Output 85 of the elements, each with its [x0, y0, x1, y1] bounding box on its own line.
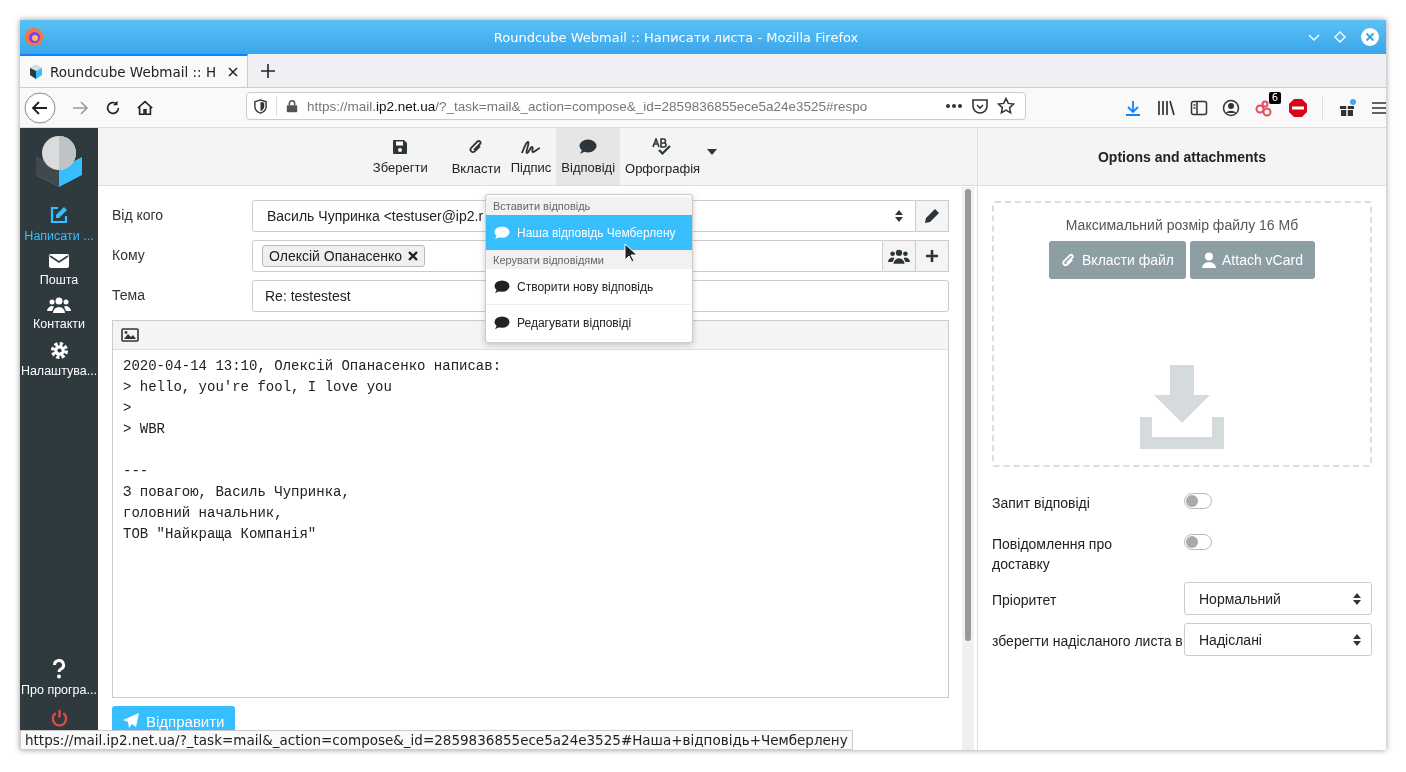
toolbar-button[interactable]: Орфографія	[620, 128, 706, 185]
floppy-icon	[392, 138, 409, 155]
pencil-icon	[924, 208, 940, 224]
count-badge: 6	[1268, 92, 1281, 104]
back-icon[interactable]	[24, 91, 56, 124]
up-down-arrows-icon	[895, 210, 903, 222]
option-select[interactable]: Надіслані	[1184, 623, 1372, 656]
question-mark-icon	[52, 659, 66, 679]
toolbar-button[interactable]: Відповіді	[556, 128, 621, 185]
paperclip-icon	[1061, 251, 1077, 269]
menu-icon[interactable]	[1371, 101, 1387, 115]
reload-icon[interactable]	[104, 98, 122, 117]
account-icon[interactable]	[1222, 99, 1240, 117]
recipient-chip[interactable]: Олексій Опанасенко	[262, 245, 426, 267]
up-down-arrows-icon	[1353, 633, 1361, 646]
cube-icon	[28, 63, 44, 80]
firefox-logo-icon	[24, 27, 44, 47]
new-tab-icon[interactable]	[260, 62, 276, 79]
users-icon	[888, 248, 910, 264]
adblock-icon[interactable]	[1288, 98, 1308, 118]
sidebar-item[interactable]: Контакти	[20, 293, 98, 337]
paperclip-icon	[468, 137, 485, 156]
library-icon[interactable]	[1156, 99, 1176, 117]
download-icon[interactable]	[1124, 99, 1142, 117]
caret-icon[interactable]	[707, 148, 718, 155]
more-icon[interactable]	[945, 103, 963, 109]
url-text: https://mail.ip2.net.ua/?_task=mail&_action=compose&_id=2859836855ece5a24e3525#respo	[307, 98, 868, 114]
menu-item[interactable]: Створити нову відповідь	[486, 269, 692, 305]
sidebar-icon[interactable]	[1190, 99, 1208, 117]
home-icon[interactable]	[136, 98, 154, 117]
up-down-arrows-icon	[1353, 592, 1361, 605]
power-icon[interactable]	[49, 709, 69, 728]
extension-icon[interactable]	[1254, 98, 1274, 118]
remove-icon[interactable]	[408, 251, 419, 261]
toolbar-button[interactable]: Підпис	[505, 128, 557, 185]
sidebar-item[interactable]: Написати ...	[20, 201, 98, 249]
toolbar-button[interactable]: Зберегти	[367, 128, 433, 185]
lock-icon	[285, 99, 299, 113]
field-label: Від кого	[112, 206, 165, 225]
speech-bubble-icon	[494, 279, 510, 294]
option-label: Пріоритет	[992, 591, 1058, 610]
toggle-switch[interactable]	[1184, 534, 1212, 550]
menu-heading: Керувати відповідями	[486, 251, 692, 269]
about-item[interactable]: Про програ...	[20, 655, 98, 703]
option-label: Повідомлення про доставку	[992, 535, 1114, 574]
compose-icon	[49, 205, 69, 225]
pocket-icon[interactable]	[971, 97, 989, 115]
field-label: Кому	[112, 246, 146, 265]
address-bar[interactable]: https://mail.ip2.net.ua/?_task=mail&_action=compose&_id=2859836855ece5a24e3525#respo	[246, 92, 1026, 120]
download-icon	[1140, 365, 1224, 449]
spellcheck-icon	[651, 137, 674, 156]
speech-bubble-icon	[494, 225, 510, 240]
sidebar-item[interactable]: Налаштува...	[20, 337, 98, 384]
menu-item[interactable]: Редагувати відповіді	[486, 305, 692, 340]
edit-button[interactable]	[916, 200, 949, 232]
gift-icon[interactable]	[1337, 98, 1357, 118]
link-status-tooltip: https://mail.ip2.net.ua/?_task=mail&_action=compose&_id=2859836855ece5a24e3525#Наша+відповідь+Чемберлену	[20, 730, 853, 750]
cursor-icon	[624, 243, 638, 263]
image-icon[interactable]	[121, 328, 139, 342]
star-icon[interactable]	[997, 97, 1015, 115]
sidebar-item[interactable]: Пошта	[20, 249, 98, 293]
field-label: Тема	[112, 286, 146, 305]
menu-heading: Вставити відповідь	[486, 197, 692, 215]
gear-icon	[49, 341, 69, 360]
speech-bubble-icon	[579, 138, 598, 155]
close-icon[interactable]	[227, 65, 239, 78]
panel-title: Options and attachments	[978, 128, 1386, 186]
scrollbar[interactable]	[962, 187, 974, 750]
user-icon	[1202, 252, 1217, 268]
size-hint: Максимальний розмір файлу 16 Мб	[1065, 217, 1299, 233]
signature-icon	[520, 138, 543, 155]
browser-tab[interactable]: Roundcube Webmail :: Н	[20, 54, 248, 87]
toolbar-button[interactable]: Вкласти	[446, 128, 506, 185]
window-title: Roundcube Webmail :: Написати листа - Mozilla Firefox	[492, 29, 860, 45]
envelope-icon	[49, 253, 69, 269]
users-icon	[47, 297, 71, 313]
add-button[interactable]	[916, 240, 949, 272]
option-select[interactable]: Нормальний	[1184, 582, 1372, 615]
option-label: зберегти надісланого листа в	[992, 632, 1184, 651]
toggle-switch[interactable]	[1184, 493, 1212, 509]
option-label: Запит відповіді	[992, 494, 1091, 513]
plus-icon	[925, 249, 939, 263]
speech-bubble-icon	[494, 315, 510, 330]
shield-icon[interactable]	[253, 98, 268, 114]
contacts-button[interactable]	[883, 240, 916, 272]
